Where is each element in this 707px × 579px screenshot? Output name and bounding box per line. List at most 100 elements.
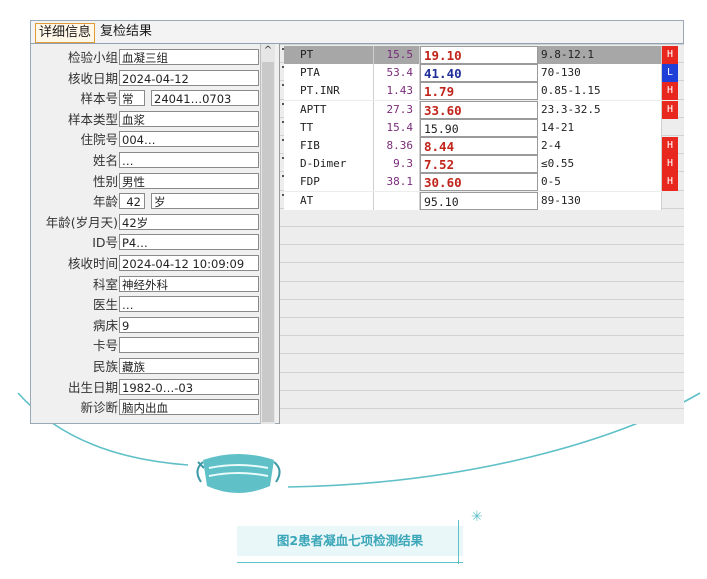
grid-line bbox=[280, 44, 684, 45]
info-value-field[interactable]: 男性 bbox=[119, 172, 259, 189]
scrollbar-thumb[interactable] bbox=[262, 62, 274, 422]
reference-range: 0.85-1.15 bbox=[538, 82, 662, 101]
result-row[interactable]: FDP 38.1 30.60 0-5 H bbox=[280, 173, 684, 192]
previous-value: 8.36 bbox=[374, 137, 420, 155]
current-value[interactable]: 8.44 bbox=[420, 137, 538, 155]
abnormal-flag: H bbox=[662, 137, 678, 155]
info-value-field[interactable]: P4… bbox=[119, 234, 259, 251]
info-value-field[interactable]: … bbox=[119, 152, 259, 168]
current-value[interactable]: 41.40 bbox=[420, 64, 538, 83]
info-label: 性别 bbox=[92, 173, 118, 189]
info-value-secondary-field[interactable]: 岁 bbox=[151, 193, 259, 210]
result-row[interactable]: AT 95.10 89-130 bbox=[280, 191, 684, 210]
info-value-field[interactable]: 神经外科 bbox=[119, 275, 259, 292]
info-value-field[interactable]: 42 bbox=[119, 193, 145, 210]
info-row: 医生… bbox=[31, 295, 278, 314]
info-row: 性别 男性 bbox=[31, 172, 278, 191]
result-row[interactable]: TT 15.4 15.90 14-21 bbox=[280, 118, 684, 137]
info-value-field[interactable]: … bbox=[119, 296, 259, 313]
test-name: AT bbox=[284, 191, 374, 210]
current-value[interactable]: 30.60 bbox=[420, 173, 538, 192]
result-row[interactable]: PT 15.5 19.10 9.8-12.1 H bbox=[280, 46, 684, 64]
info-value-field[interactable]: 血凝三组 bbox=[119, 49, 259, 65]
grid-line bbox=[280, 317, 684, 318]
info-label: 样本号 bbox=[80, 91, 118, 107]
info-value-field[interactable]: 1982-0…-03 bbox=[119, 378, 259, 395]
info-row: ID号 P4… bbox=[31, 233, 278, 252]
test-name: APTT bbox=[284, 100, 374, 119]
abnormal-flag: H bbox=[662, 100, 678, 119]
result-row[interactable]: PT.INR 1.43 1.79 0.85-1.15 H bbox=[280, 82, 684, 101]
info-value-field[interactable]: 脑内出血 bbox=[119, 399, 259, 416]
abnormal-flag: H bbox=[662, 46, 678, 64]
info-label: 年龄(岁月天) bbox=[45, 214, 118, 230]
info-value-field[interactable]: 藏族 bbox=[119, 358, 259, 374]
info-value-field[interactable]: 2024-04-12 10:09:09 bbox=[119, 255, 259, 271]
mask-icon bbox=[196, 454, 281, 493]
info-value-field[interactable]: 42岁 bbox=[119, 213, 259, 230]
caption-divider bbox=[458, 520, 459, 564]
info-value-field[interactable]: 血浆 bbox=[119, 110, 259, 127]
current-value[interactable]: 7.52 bbox=[420, 155, 538, 174]
reference-range: 23.3-32.5 bbox=[538, 100, 662, 119]
abnormal-flag: H bbox=[662, 155, 678, 174]
info-value-field[interactable]: 004… bbox=[119, 131, 259, 148]
reference-range: 89-130 bbox=[538, 191, 662, 210]
test-name: PTA bbox=[284, 64, 374, 83]
info-row: 科室 神经外科 bbox=[31, 275, 278, 294]
test-name: TT bbox=[284, 118, 374, 137]
current-value[interactable]: 15.90 bbox=[420, 118, 538, 137]
result-row[interactable]: APTT 27.3 33.60 23.3-32.5 H bbox=[280, 100, 684, 119]
figure-caption: 图2患者凝血七项检测结果 bbox=[237, 526, 463, 556]
info-label: 民族 bbox=[92, 359, 118, 374]
info-row: 核收时间 2024-04-12 10:09:09 bbox=[31, 254, 278, 273]
previous-value: 38.1 bbox=[374, 173, 420, 192]
tab-details[interactable]: 详细信息 bbox=[35, 23, 96, 43]
reference-range: 0-5 bbox=[538, 173, 662, 192]
info-value-secondary-field[interactable]: 24041…0703 bbox=[151, 90, 259, 107]
result-row[interactable]: FIB 8.36 8.44 2-4 H bbox=[280, 137, 684, 155]
info-label: 病床 bbox=[92, 317, 118, 333]
reference-range: 70-130 bbox=[538, 64, 662, 83]
current-value[interactable]: 95.10 bbox=[420, 191, 538, 210]
previous-value: 15.5 bbox=[374, 46, 420, 64]
info-value-field[interactable]: 9 bbox=[119, 316, 259, 333]
patient-info-panel: 检验小组 血凝三组 核收日期 2024-04-12 样本号常 24041…0703 样本类型… bbox=[31, 44, 278, 424]
info-row: 样本类型 血浆 bbox=[31, 110, 278, 129]
result-row[interactable]: PTA 53.4 41.40 70-130 L bbox=[280, 64, 684, 83]
abnormal-flag bbox=[662, 192, 678, 210]
info-label: 新诊断 bbox=[80, 400, 118, 416]
grid-line bbox=[280, 408, 684, 409]
info-value-field[interactable]: 2024-04-12 bbox=[119, 69, 259, 86]
info-row: 病床 9 bbox=[31, 316, 278, 335]
tab-recheck-results[interactable]: 复检结果 bbox=[97, 23, 155, 41]
info-label: 姓名 bbox=[92, 153, 118, 168]
previous-value: 15.4 bbox=[374, 118, 420, 137]
abnormal-flag: L bbox=[662, 64, 678, 83]
sparkle-icon: ✳ bbox=[471, 509, 483, 525]
previous-value: 27.3 bbox=[374, 100, 420, 119]
grid-line bbox=[280, 298, 684, 300]
scroll-up-icon[interactable]: ^ bbox=[261, 44, 275, 58]
current-value[interactable]: 33.60 bbox=[420, 100, 538, 119]
abnormal-flag: H bbox=[662, 82, 678, 101]
grid-line bbox=[280, 371, 684, 373]
test-name: FIB bbox=[284, 137, 374, 155]
info-row: 年龄 42 岁 bbox=[31, 192, 278, 211]
abnormal-flag: H bbox=[662, 173, 678, 192]
info-value-field[interactable] bbox=[119, 337, 259, 354]
info-label: 核收日期 bbox=[67, 70, 118, 86]
previous-value bbox=[374, 191, 420, 210]
info-row: 住院号 004… bbox=[31, 130, 278, 149]
info-row: 年龄(岁月天) 42岁 bbox=[31, 213, 278, 232]
patient-panel-scrollbar[interactable]: ^ bbox=[260, 44, 275, 424]
reference-range: 14-21 bbox=[538, 118, 662, 137]
caption-underline bbox=[237, 562, 463, 563]
test-name: FDP bbox=[284, 173, 374, 192]
info-value-field[interactable]: 常 bbox=[119, 90, 145, 107]
current-value[interactable]: 1.79 bbox=[420, 82, 538, 101]
current-value[interactable]: 19.10 bbox=[420, 46, 538, 64]
grid-line bbox=[280, 335, 684, 337]
test-name: PT bbox=[284, 46, 374, 64]
result-row[interactable]: D-Dimer 9.3 7.52 ≤0.55 H bbox=[280, 155, 684, 174]
